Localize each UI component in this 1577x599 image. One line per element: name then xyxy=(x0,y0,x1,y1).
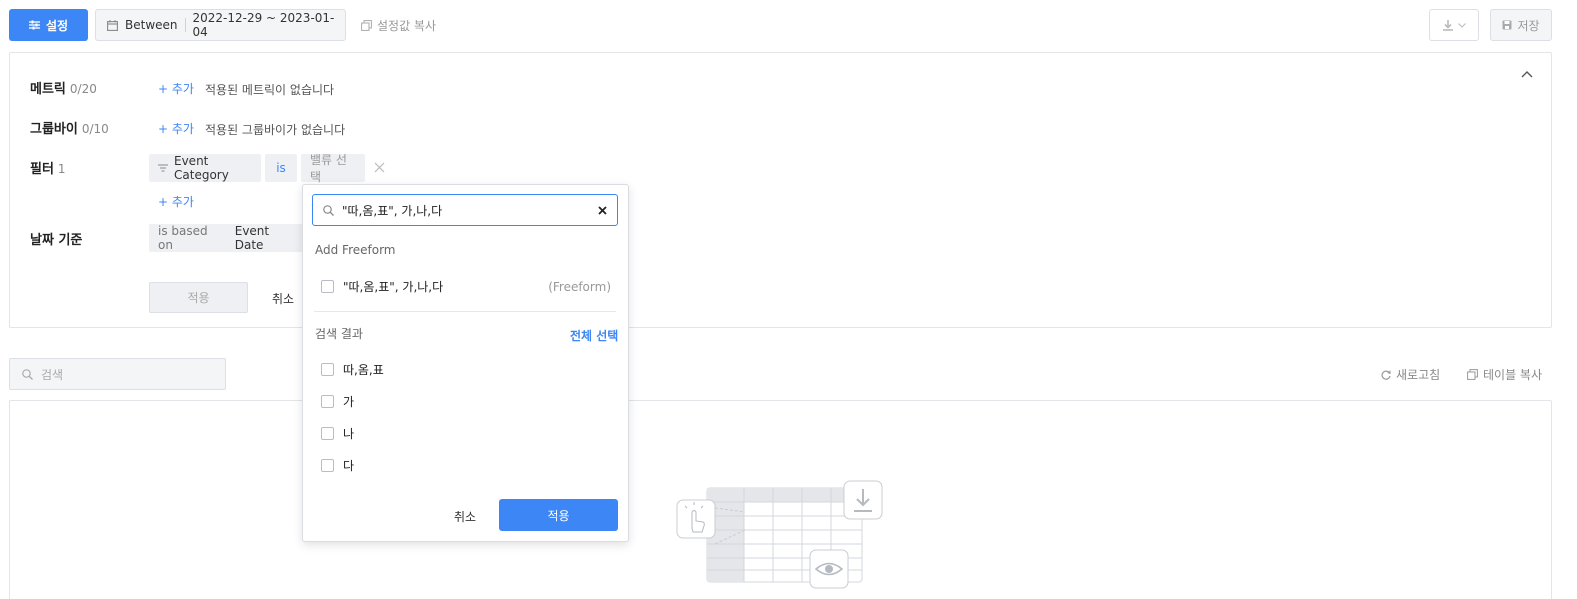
freeform-checkbox[interactable] xyxy=(321,280,334,293)
option-checkbox[interactable] xyxy=(321,427,334,440)
save-icon xyxy=(1502,20,1512,30)
refresh-button[interactable]: 새로고침 xyxy=(1381,366,1440,383)
add-freeform-title: Add Freeform xyxy=(315,243,396,257)
copy-table-label: 테이블 복사 xyxy=(1483,368,1543,382)
filter-count: 1 xyxy=(57,162,66,176)
save-label: 저장 xyxy=(1517,18,1540,33)
freeform-option-label: "따,옴,표", 가,나,다 xyxy=(343,280,444,294)
option-label: 다 xyxy=(343,459,355,473)
freeform-option[interactable]: "따,옴,표", 가,나,다 (Freeform) xyxy=(321,278,611,295)
settings-label: 설정 xyxy=(45,18,69,33)
date-basis-label: 날짜 기준 xyxy=(30,233,83,248)
add-filter-link[interactable]: + 추가 xyxy=(158,193,194,210)
option-label: 나 xyxy=(343,427,355,441)
copy-icon xyxy=(1467,369,1478,380)
filter-icon xyxy=(158,164,168,172)
option-checkbox[interactable] xyxy=(321,395,334,408)
filter-field-chip[interactable]: Event Category xyxy=(149,154,261,182)
save-button[interactable]: 저장 xyxy=(1490,9,1552,41)
search-placeholder: 검색 xyxy=(41,367,64,382)
date-range-value: 2022-12-29 ~ 2023-01-04 xyxy=(192,11,335,39)
refresh-icon xyxy=(1381,370,1391,380)
filter-row-label: 필터 1 xyxy=(30,162,66,177)
copy-icon xyxy=(361,19,372,31)
download-icon xyxy=(1442,19,1453,31)
clear-icon[interactable] xyxy=(598,205,607,215)
copy-settings-label: 설정값 복사 xyxy=(377,18,437,33)
date-basis-value: Event Date xyxy=(234,224,270,252)
metric-empty-note: 적용된 메트릭이 없습니다 xyxy=(205,83,335,97)
calendar-icon xyxy=(107,19,118,31)
metric-row-label: 메트릭 0/20 xyxy=(30,82,97,97)
list-item[interactable]: 나 xyxy=(321,425,354,442)
filter-value-select[interactable]: 밸류 선택 xyxy=(301,153,365,184)
table-search-input[interactable]: 검색 xyxy=(9,358,226,390)
search-icon xyxy=(22,368,33,380)
dropdown-cancel-button[interactable]: 취소 xyxy=(454,508,476,525)
config-apply-button[interactable]: 적용 xyxy=(149,282,248,313)
dropdown-apply-button[interactable]: 적용 xyxy=(499,499,618,531)
copy-settings-button[interactable]: 설정값 복사 xyxy=(361,16,436,34)
metric-count: 0/20 xyxy=(69,82,97,96)
download-button[interactable] xyxy=(1429,9,1479,41)
settings-button[interactable]: 설정 xyxy=(9,9,88,41)
option-checkbox[interactable] xyxy=(321,363,334,376)
option-checkbox[interactable] xyxy=(321,459,334,472)
refresh-label: 새로고침 xyxy=(1396,368,1441,382)
list-item[interactable]: 다 xyxy=(321,457,354,474)
remove-filter-icon[interactable] xyxy=(374,162,385,173)
list-item[interactable]: 가 xyxy=(321,393,354,410)
empty-table-illustration xyxy=(673,478,888,593)
option-label: 가 xyxy=(343,395,355,409)
sliders-icon xyxy=(28,20,40,30)
groupby-empty-note: 적용된 그룹바이가 없습니다 xyxy=(205,123,346,137)
value-search-input[interactable]: "따,옴,표", 가,나,다 xyxy=(312,194,618,226)
select-all-link[interactable]: 전체 선택 xyxy=(570,327,618,344)
config-cancel-button[interactable]: 취소 xyxy=(272,290,294,307)
date-range-picker[interactable]: Between 2022-12-29 ~ 2023-01-04 xyxy=(95,9,346,41)
date-mode: Between xyxy=(125,18,178,32)
value-search-text: "따,옴,표", 가,나,다 xyxy=(342,203,443,218)
search-icon xyxy=(323,204,334,216)
chevron-down-icon xyxy=(1457,22,1466,28)
dropdown-divider xyxy=(314,311,616,312)
groupby-count: 0/10 xyxy=(81,122,109,136)
list-item[interactable]: 따,옴,표 xyxy=(321,361,384,378)
date-basis-prefix: is based on xyxy=(158,224,208,252)
collapse-icon[interactable] xyxy=(1521,70,1533,78)
add-groupby-link[interactable]: + 추가 xyxy=(158,120,194,137)
copy-table-button[interactable]: 테이블 복사 xyxy=(1467,366,1542,383)
freeform-tag: (Freeform) xyxy=(548,279,611,294)
groupby-row-label: 그룹바이 0/10 xyxy=(30,122,109,137)
search-results-title: 검색 결과 xyxy=(315,327,363,341)
filter-field-label: Event Category xyxy=(174,154,229,182)
option-label: 따,옴,표 xyxy=(343,363,384,377)
date-basis-select[interactable]: is based on Event Date xyxy=(149,224,309,252)
add-metric-link[interactable]: + 추가 xyxy=(158,80,194,97)
filter-operator-chip[interactable]: is xyxy=(265,154,297,182)
